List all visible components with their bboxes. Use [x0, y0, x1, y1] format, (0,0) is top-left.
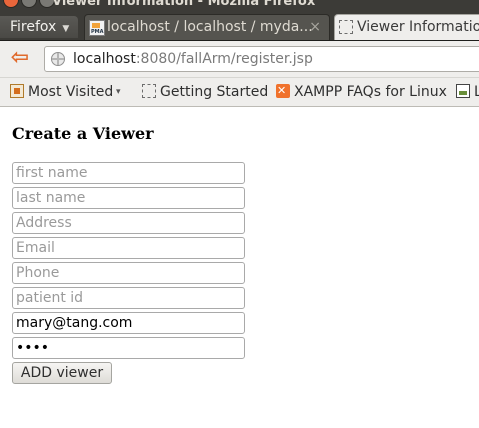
bookmarks-toolbar: Most Visited ▾ Getting Started XAMPP FAQ… [0, 78, 479, 107]
add-viewer-button[interactable]: ADD viewer [12, 362, 112, 384]
tab-label: localhost / localhost / myda... [107, 19, 313, 35]
url-host: localhost [73, 51, 136, 67]
first-name-input[interactable] [12, 162, 245, 184]
blank-page-icon [142, 84, 156, 98]
bookmark-label: XAMPP FAQs for Linux [294, 84, 447, 100]
xampp-icon [276, 82, 290, 100]
bookmark-truncated[interactable]: L [456, 83, 479, 101]
tab-strip: Firefox ▼ PMA localhost / localhost / myd… [0, 10, 479, 41]
chevron-down-icon: ▼ [62, 24, 70, 34]
username-input[interactable] [12, 312, 245, 334]
window-controls [0, 0, 55, 8]
bookmark-label: Most Visited [28, 84, 114, 100]
firefox-menu-label: Firefox [10, 19, 57, 35]
firefox-menu-button[interactable]: Firefox ▼ [0, 16, 78, 38]
page-content: Create a Viewer ADD viewer [0, 107, 479, 428]
patient-id-input[interactable] [12, 287, 245, 309]
most-visited-icon [10, 84, 24, 98]
phpmyadmin-icon: PMA [89, 20, 105, 36]
bookmark-label: L [474, 84, 479, 100]
tab-label: Viewer Information [357, 19, 479, 35]
bookmark-label: Getting Started [160, 84, 269, 100]
back-button[interactable]: ⇦ [6, 47, 34, 71]
blank-page-icon [339, 20, 353, 34]
close-tab-icon[interactable]: × [309, 15, 321, 39]
tab-viewer-information[interactable]: Viewer Information [334, 14, 479, 40]
globe-icon [51, 52, 65, 66]
address-input[interactable] [12, 212, 245, 234]
bookmark-most-visited[interactable]: Most Visited ▾ [10, 83, 130, 101]
window-titlebar: Viewer Information - Mozilla Firefox [0, 0, 479, 10]
window-title: Viewer Information - Mozilla Firefox [52, 0, 316, 9]
phone-input[interactable] [12, 262, 245, 284]
window-close-button[interactable] [3, 0, 19, 8]
image-icon [456, 84, 470, 98]
page-title: Create a Viewer [12, 124, 154, 143]
last-name-input[interactable] [12, 187, 245, 209]
url-text: localhost:8080/fallArm/register.jsp [73, 50, 313, 68]
url-bar[interactable]: localhost:8080/fallArm/register.jsp [44, 46, 479, 72]
bookmark-xampp-faqs[interactable]: XAMPP FAQs for Linux [276, 82, 456, 101]
bookmark-getting-started[interactable]: Getting Started [142, 83, 272, 101]
email-input[interactable] [12, 237, 245, 259]
url-path: :8080/fallArm/register.jsp [135, 51, 313, 67]
navigation-toolbar: ⇦ localhost:8080/fallArm/register.jsp [0, 41, 479, 78]
window-minimize-button[interactable] [21, 0, 37, 8]
tab-phpmyadmin[interactable]: PMA localhost / localhost / myda... × [84, 14, 330, 40]
phpmyadmin-icon-text: PMA [91, 29, 104, 35]
back-arrow-icon: ⇦ [10, 45, 30, 70]
password-input[interactable] [12, 337, 245, 359]
chevron-down-icon: ▾ [116, 87, 121, 97]
